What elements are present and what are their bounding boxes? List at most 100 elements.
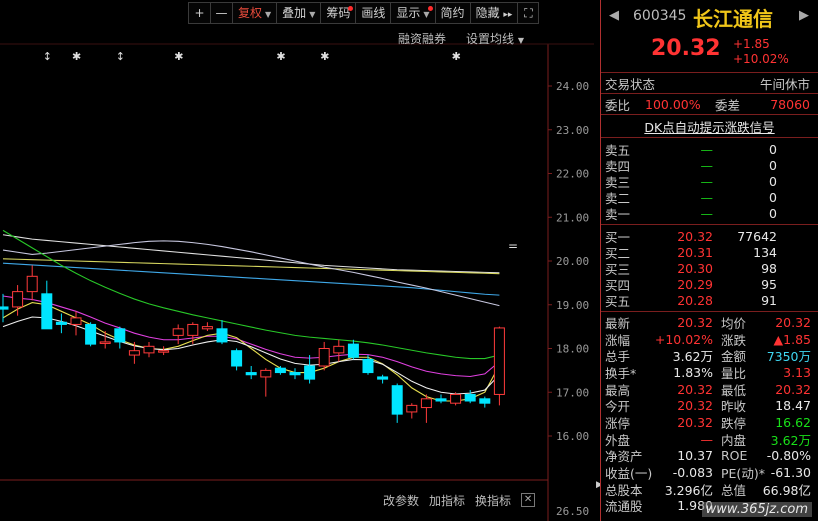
stat-value: 3.13 [783, 364, 811, 380]
stat-row: 外盘 — 内盘 3.62万 [601, 431, 818, 448]
stat-value: 7350万 [766, 349, 811, 365]
weicha-value: 78060 [770, 96, 810, 112]
stat-value: -61.30 [770, 465, 811, 481]
change-params-button[interactable]: 改参数 [383, 492, 419, 509]
stat-value: 20.32 [677, 314, 713, 330]
candle-body [406, 404, 418, 413]
stat-row: 涨停 20.32 跌停 16.62 [601, 414, 818, 431]
zoom-in-button[interactable]: + [188, 2, 210, 24]
sell-volume: 0 [769, 189, 777, 205]
sell-price: — [700, 157, 714, 173]
sell-price: — [700, 189, 714, 205]
y-tick-label: 19.00 [556, 299, 589, 312]
display-label: 显示 [396, 6, 421, 20]
chevron-down-icon: ▼ [309, 10, 316, 19]
candle-body [187, 323, 199, 336]
hide-label: 隐藏 [475, 6, 500, 20]
hide-button[interactable]: 隐藏 ▸▸ [469, 2, 518, 24]
buy-volume: 95 [761, 276, 777, 292]
event-marker: ✱ [174, 50, 183, 63]
chips-button[interactable]: 筹码 [320, 2, 356, 24]
stat-row: 净资产 10.37 ROE -0.80% [601, 448, 818, 464]
price-change: +1.85 [733, 37, 770, 51]
sell-volume: 0 [769, 173, 777, 189]
candle-body [201, 326, 213, 330]
stat-value: 3.62万 [672, 349, 713, 365]
buy-volume: 77642 [737, 228, 777, 244]
next-stock-icon[interactable]: ▶ [799, 8, 809, 23]
sell-price: — [700, 141, 714, 157]
fullscreen-button[interactable]: ⛶ [517, 2, 540, 24]
stat-row: 收益(一) -0.083 PE(动)* -61.30 [601, 464, 818, 481]
candle-body [464, 393, 476, 402]
buy-price: 20.31 [677, 244, 713, 260]
ma-line [2, 301, 500, 402]
ma-settings-label: 设置均线 [466, 32, 515, 46]
candle-body [158, 350, 170, 353]
stat-value: 20.32 [677, 414, 713, 430]
y-tick-label: 17.00 [556, 386, 589, 399]
overlay-button[interactable]: 叠加 ▼ [276, 2, 321, 24]
candle-body [479, 398, 491, 404]
fuquan-button[interactable]: 复权 ▼ [232, 2, 277, 24]
margin-trading-link[interactable]: 融资融券 [398, 30, 446, 47]
stat-label: 总值 [721, 482, 747, 498]
candle-body [41, 293, 53, 330]
candle-body [260, 369, 272, 378]
display-button[interactable]: 显示 ▼ [390, 2, 435, 24]
stat-value: -0.80% [766, 448, 811, 464]
event-marker: ✱ [320, 50, 329, 63]
fuquan-label: 复权 [238, 6, 263, 20]
close-icon[interactable]: ✕ [521, 493, 536, 507]
simple-mode-button[interactable]: 简约 [434, 2, 470, 24]
chart-toolbar: + — 复权 ▼ 叠加 ▼ 筹码 画线 显示 ▼ 简约 隐藏 ▸▸ ⛶ [188, 2, 540, 24]
stat-value: 66.98亿 [762, 482, 811, 498]
candle-body [128, 350, 140, 356]
panel-header: ◀ 600345 长江通信 ▶ [601, 0, 818, 36]
stat-value: 3.62万 [770, 432, 811, 448]
buy-level-label: 买五 [605, 293, 631, 309]
switch-indicator-button[interactable]: 换指标 [475, 492, 511, 509]
candle-body [0, 306, 9, 310]
event-marker: ✱ [276, 50, 285, 63]
kline-chart[interactable]: 24.00 23.00 22.00 21.00 20.00 19.00 18.00 17.00… [0, 0, 594, 521]
stat-value: 10.37 [677, 448, 713, 464]
sell-volume: 0 [769, 141, 777, 157]
candle-body [377, 376, 389, 380]
candle-body [450, 393, 462, 404]
trade-status-value: 午间休市 [759, 76, 810, 92]
candle-body [245, 372, 257, 376]
stat-value: 3.296亿 [664, 482, 713, 498]
event-marker: ✱ [72, 50, 81, 63]
zoom-out-button[interactable]: — [210, 2, 232, 24]
watermark: www.365jz.com [701, 502, 812, 517]
stat-row: 总股本 3.296亿 总值 66.98亿 [601, 481, 818, 498]
candle-body [333, 345, 345, 354]
buy-price: 20.30 [677, 260, 713, 276]
draw-line-button[interactable]: 画线 [355, 2, 391, 24]
draw-label: 画线 [361, 6, 386, 20]
sell-row[interactable]: 卖一 — 0 [601, 205, 818, 222]
chevron-down-icon: ▼ [423, 10, 430, 19]
candle-body [304, 365, 316, 380]
stat-row: 换手* 1.83% 量比 3.13 [601, 364, 818, 381]
buy-price: 20.32 [677, 228, 713, 244]
candle-body [362, 358, 374, 374]
prev-stock-icon[interactable]: ◀ [609, 8, 619, 23]
sell-volume: 0 [769, 157, 777, 173]
double-chevron-right-icon: ▸▸ [503, 10, 513, 20]
ma-settings-link[interactable]: 设置均线 ▼ [466, 30, 524, 47]
dk-signal-link[interactable]: DK点自动提示涨跌信号 [644, 117, 774, 136]
ma-line [2, 295, 500, 378]
add-indicator-button[interactable]: 加指标 [429, 492, 465, 509]
buy-row[interactable]: 买五 20.28 91 [601, 292, 818, 309]
candle-body [114, 328, 126, 343]
last-price: 20.32 [651, 36, 721, 61]
trade-status-label: 交易状态 [605, 76, 656, 92]
candle-body [85, 323, 97, 345]
kline-chart-area[interactable]: 24.00 23.00 22.00 21.00 20.00 19.00 18.00 17.00… [0, 0, 594, 521]
quote-panel: ◀ 600345 长江通信 ▶ 20.32 +1.85 +10.02% 交易状态… [600, 0, 818, 521]
candle-body [347, 343, 359, 358]
stat-row: 涨幅 +10.02% 涨跌 ▲1.85 [601, 331, 818, 348]
overlay-label: 叠加 [282, 6, 307, 20]
